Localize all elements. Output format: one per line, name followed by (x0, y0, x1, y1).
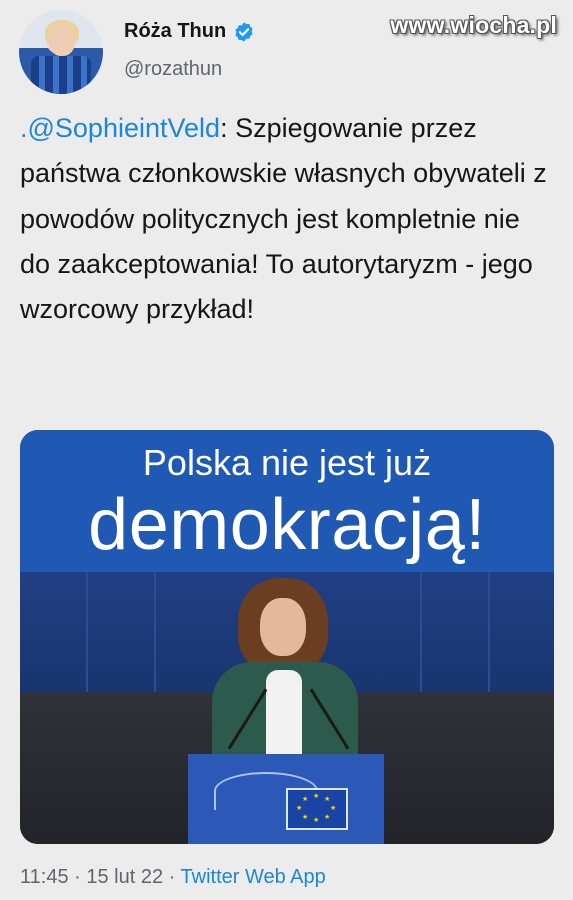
speaker-face (260, 598, 306, 656)
banner-line-2: demokracją! (88, 485, 486, 565)
tweet-media[interactable]: Polska nie jest już demokracją! ★ ★ ★ ★ … (20, 430, 554, 844)
tweet-meta: 11:45 · 15 lut 22 · Twitter Web App (20, 866, 326, 889)
mention-link[interactable]: .@SophieintVeld (20, 113, 220, 143)
source-app-link[interactable]: Twitter Web App (181, 866, 326, 888)
meta-separator: · (163, 866, 181, 888)
author-name-row: Róża Thun (124, 20, 255, 43)
verified-badge-icon (235, 21, 253, 42)
media-photo: ★ ★ ★ ★ ★ ★ ★ ★ (20, 572, 554, 844)
eu-flag-icon: ★ ★ ★ ★ ★ ★ ★ ★ (286, 788, 348, 830)
avatar-scarf (31, 56, 91, 94)
avatar-face (49, 26, 75, 56)
banner-line-1: Polska nie jest już (142, 442, 432, 483)
wall-panel (488, 572, 490, 692)
author-handle[interactable]: @rozathun (124, 58, 222, 81)
tweet-body: : Szpiegowanie przez państwa członkowski… (20, 113, 547, 325)
tweet-text: .@SophieintVeld: Szpiegowanie przez pańs… (20, 106, 550, 332)
wall-panel (420, 572, 422, 692)
tweet-date: 15 lut 22 (86, 866, 164, 888)
speaker-shirt (266, 670, 302, 760)
podium: ★ ★ ★ ★ ★ ★ ★ ★ (188, 754, 384, 844)
watermark: www.wiocha.pl (390, 12, 557, 38)
avatar[interactable] (19, 10, 103, 94)
meta-separator: · (68, 866, 87, 888)
tweet-time: 11:45 (20, 866, 69, 888)
wall-panel (86, 572, 88, 692)
media-banner: Polska nie jest już demokracją! (20, 430, 554, 572)
author-name[interactable]: Róża Thun (124, 20, 226, 43)
wall-panel (154, 572, 156, 692)
